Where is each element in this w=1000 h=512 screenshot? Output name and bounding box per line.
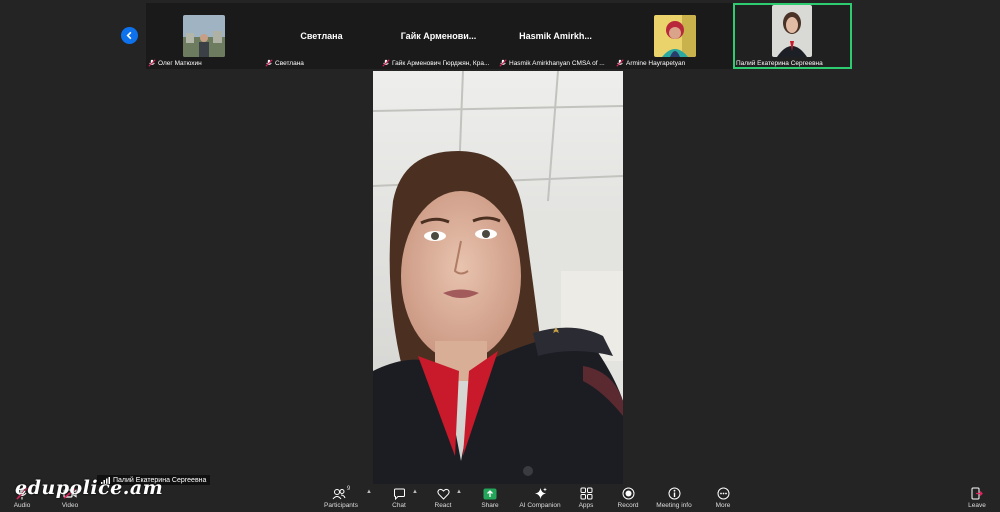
participant-photo — [772, 5, 812, 57]
mic-muted-icon — [499, 59, 507, 67]
more-button[interactable]: More — [711, 486, 735, 512]
mic-muted-icon — [616, 59, 624, 67]
chat-options-caret[interactable]: ▲ — [412, 489, 418, 495]
participant-display-name: Светлана — [300, 31, 343, 41]
sparkle-icon — [534, 487, 547, 499]
previous-page-button[interactable] — [121, 27, 138, 44]
record-button[interactable]: Record — [616, 486, 640, 512]
participant-photo — [654, 15, 696, 57]
watermark: edupolice.am — [15, 477, 164, 499]
active-speaker-video — [373, 71, 623, 484]
participant-tile-paliy[interactable]: Палий Екатерина Сергеевна — [733, 3, 852, 69]
participant-strip: Олег Матюхин Светлана Светлана Гайк Арме… — [146, 3, 852, 69]
leave-icon — [971, 487, 983, 500]
participant-tile-gaik[interactable]: Гайк Арменови... Гайк Арменович Гюрджян,… — [380, 3, 497, 69]
chat-icon — [393, 488, 405, 500]
participant-name: Олег Матюхин — [158, 59, 202, 67]
participant-name: Hasmik Amirkhanyan CMSA of ... — [509, 59, 605, 67]
react-button[interactable]: React — [432, 486, 454, 512]
info-icon — [668, 487, 680, 500]
participants-icon — [332, 488, 346, 499]
mic-muted-icon — [265, 59, 273, 67]
participant-display-name: Гайк Арменови... — [400, 31, 477, 41]
react-options-caret[interactable]: ▲ — [456, 489, 462, 495]
participant-display-name: Hasmik Amirkh... — [519, 31, 592, 41]
mic-muted-icon — [382, 59, 390, 67]
chevron-left-icon — [126, 31, 132, 40]
participants-options-caret[interactable]: ▲ — [366, 489, 372, 495]
participants-button[interactable]: 9 Participants — [322, 486, 360, 512]
share-screen-icon — [483, 488, 497, 499]
leave-button[interactable]: Leave — [966, 486, 988, 512]
more-icon — [717, 487, 729, 500]
participant-tile-svetlana[interactable]: Светлана Светлана — [263, 3, 380, 69]
participant-name: Armine Hayrapetyan — [626, 59, 686, 67]
chat-button[interactable]: Chat — [388, 486, 410, 512]
apps-icon — [580, 487, 592, 500]
share-button[interactable]: Share — [478, 486, 502, 512]
participant-photo — [183, 15, 225, 57]
apps-button[interactable]: Apps — [574, 486, 598, 512]
ai-companion-button[interactable]: AI Companion — [518, 486, 562, 512]
mic-muted-icon — [148, 59, 156, 67]
participants-count: 9 — [346, 486, 351, 492]
speaker-video-frame — [373, 71, 623, 484]
heart-icon — [436, 488, 450, 500]
participant-name: Палий Екатерина Сергеевна — [736, 60, 823, 67]
participant-name: Гайк Арменович Гюрджян, Кра... — [392, 59, 490, 67]
record-icon — [622, 487, 634, 500]
participant-tile-armine[interactable]: Armine Hayrapetyan — [614, 3, 731, 69]
meeting-info-button[interactable]: Meeting info — [654, 486, 694, 512]
participant-name: Светлана — [275, 59, 304, 67]
participant-tile-oleg[interactable]: Олег Матюхин — [146, 3, 263, 69]
participant-tile-hasmik[interactable]: Hasmik Amirkh... Hasmik Amirkhanyan CMSA… — [497, 3, 614, 69]
